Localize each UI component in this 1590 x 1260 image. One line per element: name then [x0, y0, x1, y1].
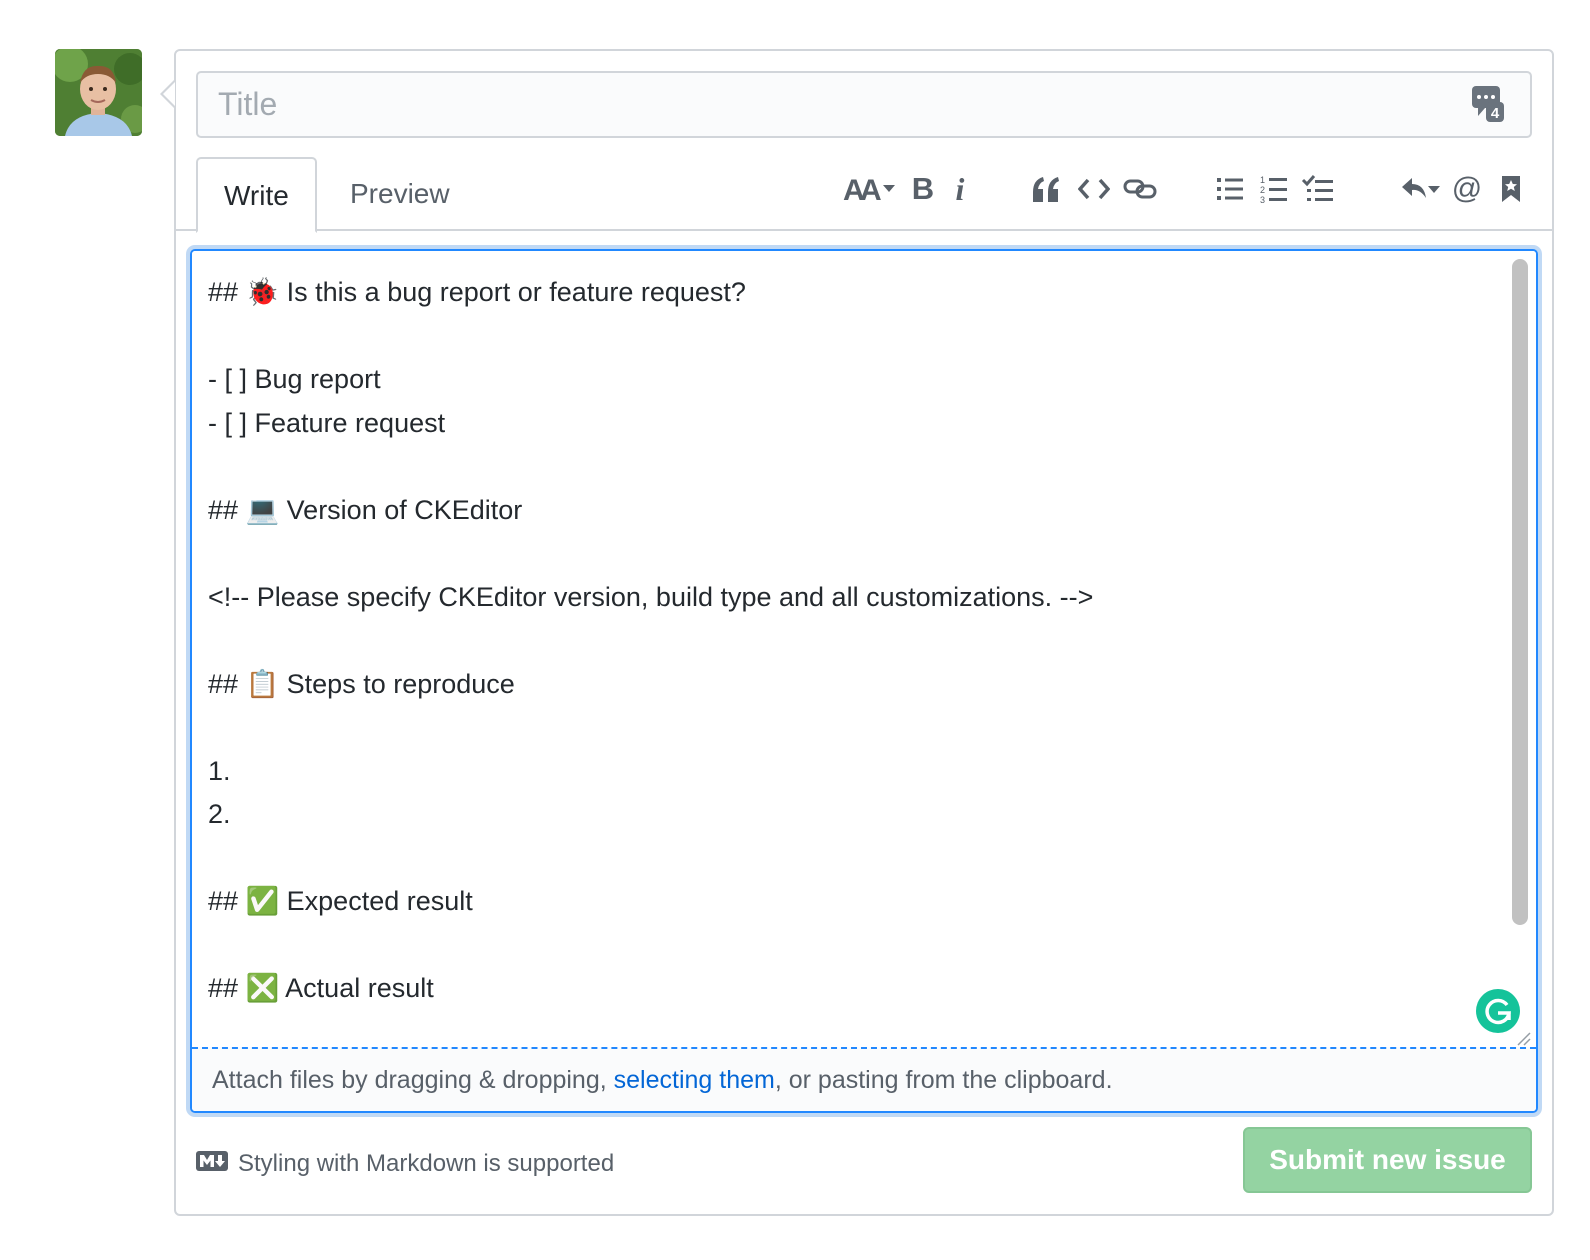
dropzone-suffix: , or pasting from the clipboard. [774, 1066, 1113, 1094]
select-files-link[interactable]: selecting them [614, 1066, 775, 1094]
bold-icon[interactable]: B [906, 166, 940, 212]
markdown-note-text: Styling with Markdown is supported [238, 1150, 615, 1177]
code-icon[interactable] [1074, 166, 1114, 212]
tab-preview[interactable]: Preview [324, 157, 476, 231]
svg-text:A: A [860, 174, 882, 205]
bullet-list-icon[interactable] [1212, 166, 1248, 212]
markdown-note[interactable]: Styling with Markdown is supported [196, 1146, 614, 1182]
link-icon[interactable] [1120, 166, 1160, 212]
italic-icon[interactable]: i [946, 166, 974, 212]
markdown-icon [196, 1150, 228, 1178]
svg-text:4: 4 [1491, 105, 1500, 122]
text-size-icon[interactable]: A A [840, 166, 900, 212]
quote-icon[interactable] [1026, 166, 1066, 212]
mention-icon[interactable]: @ [1450, 166, 1484, 212]
reply-icon[interactable] [1396, 166, 1444, 212]
svg-text:1: 1 [1260, 175, 1265, 185]
grammarly-icon[interactable] [1476, 989, 1520, 1033]
title-input[interactable] [196, 71, 1532, 138]
resize-handle-icon[interactable] [1514, 1029, 1532, 1047]
numbered-list-icon[interactable]: 1 2 3 [1256, 166, 1292, 212]
svg-text:2: 2 [1260, 185, 1265, 195]
reference-icon[interactable] [1496, 166, 1526, 212]
avatar [55, 49, 142, 136]
tab-write[interactable]: Write [196, 157, 317, 233]
svg-text:3: 3 [1260, 195, 1265, 204]
avatar-image [55, 49, 142, 136]
dropzone-prefix: Attach files by dragging & dropping, [212, 1066, 614, 1094]
card-pointer-fill [163, 82, 175, 106]
submit-new-issue-button[interactable]: Submit new issue [1243, 1127, 1532, 1193]
file-dropzone[interactable]: Attach files by dragging & dropping, sel… [192, 1047, 1536, 1111]
scrollbar-thumb[interactable] [1512, 259, 1528, 925]
comment-body-textarea[interactable] [192, 251, 1504, 1047]
markdown-toolbar: A A B i 1 2 3 @ [840, 166, 1540, 212]
grammarly-counter-icon[interactable]: 4 [1472, 86, 1504, 122]
comment-editor: Attach files by dragging & dropping, sel… [190, 249, 1538, 1113]
task-list-icon[interactable] [1298, 166, 1338, 212]
